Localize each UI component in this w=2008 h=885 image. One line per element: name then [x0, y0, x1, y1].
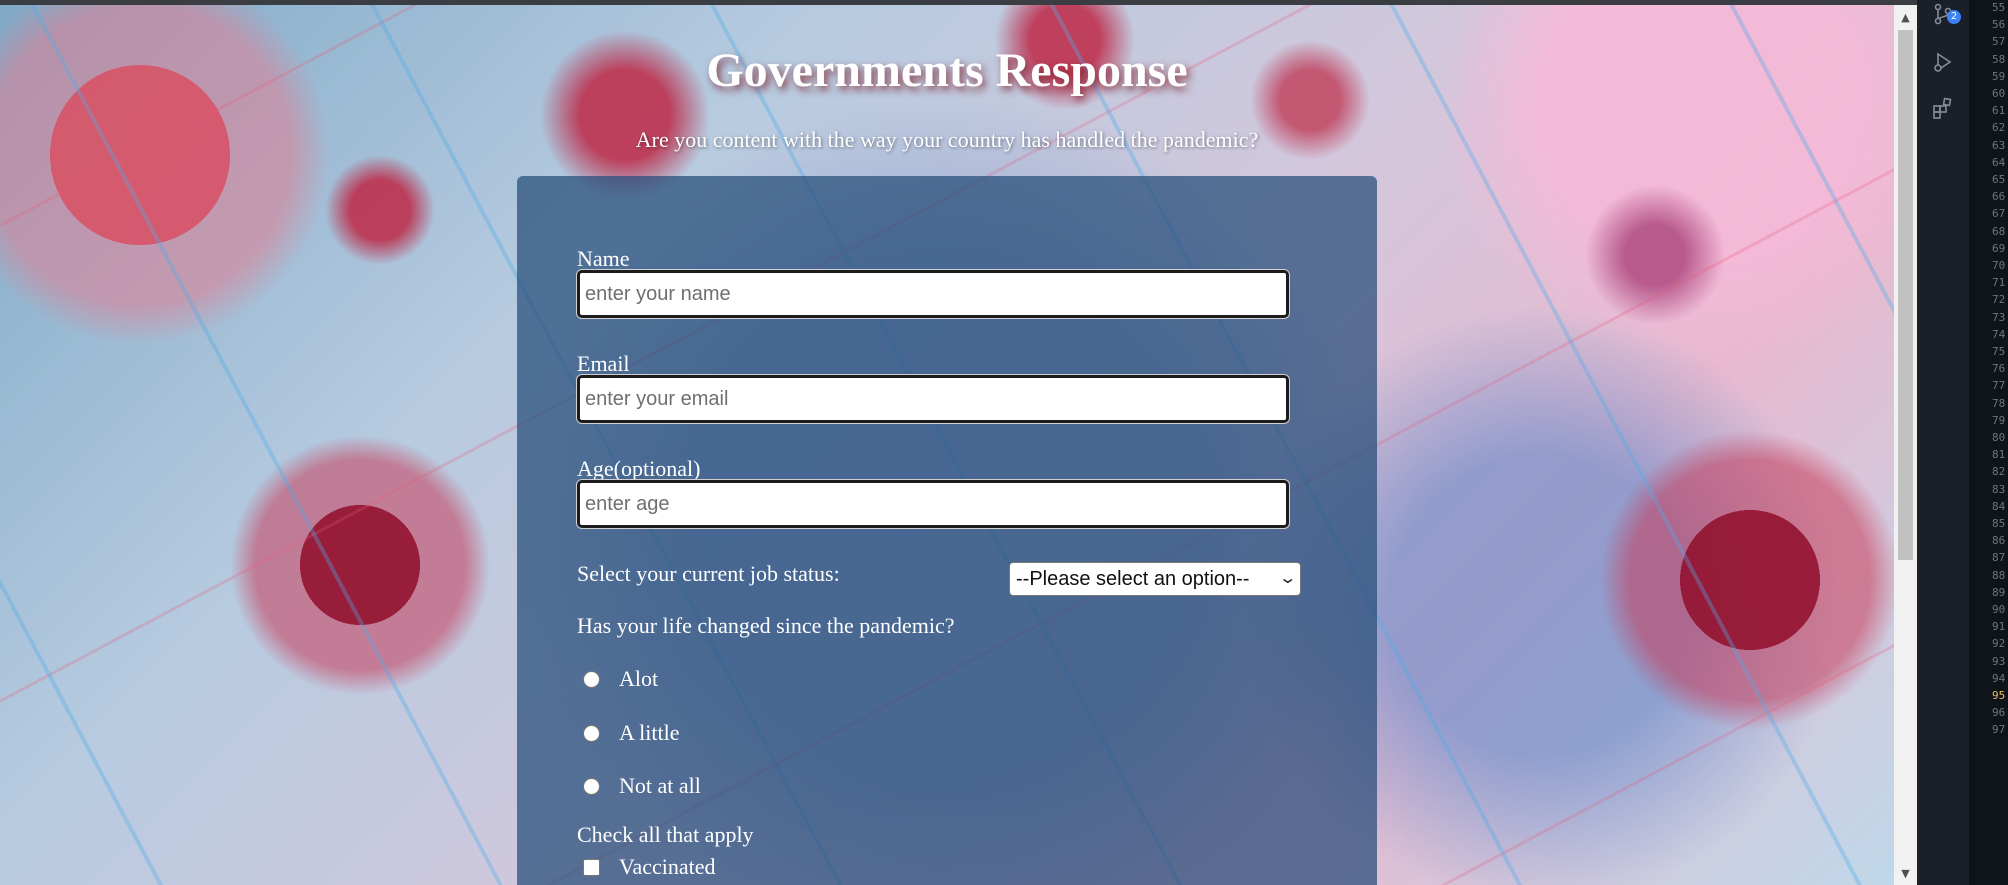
line-number: 63: [1992, 138, 2006, 152]
line-number: 92: [1992, 637, 2006, 651]
life-changed-question: Has your life changed since the pandemic…: [577, 613, 955, 638]
email-label: Email: [577, 351, 630, 376]
editor-line-number-gutter: 55 56 57 58 59 60 61 62 63 64 65 66 67 68 69 70 71 72 73 74…: [1969, 0, 2008, 885]
line-number: 81: [1992, 448, 2006, 462]
radio-option-not-at-all[interactable]: Not at all: [583, 773, 701, 799]
name-label: Name: [577, 246, 630, 271]
radio-label: A little: [619, 720, 680, 745]
line-number: 75: [1992, 345, 2006, 358]
checkbox[interactable]: [583, 858, 600, 876]
check-all-title: Check all that apply: [577, 822, 754, 847]
line-number: 57: [1992, 35, 2006, 49]
line-number: 78: [1992, 396, 2006, 410]
editor-activity-bar: 2: [1917, 0, 1969, 885]
age-input[interactable]: [577, 480, 1289, 528]
line-number: 97: [1992, 723, 2006, 737]
run-debug-icon[interactable]: [1929, 48, 1957, 76]
line-number: 88: [1992, 568, 2006, 582]
line-number: 65: [1992, 173, 2006, 186]
line-number: 77: [1992, 379, 2006, 393]
line-number: 58: [1992, 52, 2006, 66]
line-number: 59: [1992, 69, 2006, 83]
line-number: 87: [1992, 551, 2006, 565]
email-input[interactable]: [577, 375, 1289, 423]
radio-label: Not at all: [619, 773, 701, 798]
line-number: 91: [1992, 620, 2006, 634]
line-number: 60: [1992, 87, 2006, 100]
chevron-down-icon: ⌄: [1277, 570, 1297, 587]
extensions-icon[interactable]: [1929, 94, 1957, 122]
line-number: 76: [1992, 362, 2006, 376]
line-number: 83: [1992, 482, 2006, 496]
page-title: Governments Response: [706, 44, 1188, 97]
job-status-select[interactable]: --Please select an option-- ⌄: [1009, 562, 1301, 596]
checkbox-option-vaccinated[interactable]: Vaccinated: [583, 854, 716, 880]
age-label: Age(optional): [577, 456, 701, 481]
name-input[interactable]: [577, 270, 1289, 318]
checkbox-label: Vaccinated: [619, 854, 716, 879]
line-number: 69: [1992, 241, 2006, 255]
line-number: 79: [1992, 413, 2006, 427]
line-number: 72: [1992, 293, 2006, 307]
page-viewport: Governments Response Are you content wit…: [0, 5, 1894, 885]
line-number: 95: [1992, 689, 2006, 702]
line-number: 61: [1992, 104, 2006, 118]
line-number: 74: [1992, 327, 2006, 341]
radio-option-alot[interactable]: Alot: [583, 666, 658, 692]
line-number: 55: [1992, 1, 2006, 14]
line-number: 80: [1992, 431, 2006, 444]
line-number: 89: [1992, 585, 2006, 599]
source-control-badge: 2: [1947, 10, 1961, 24]
scroll-up-arrow-icon[interactable]: ▲: [1894, 7, 1917, 27]
line-number: 85: [1992, 517, 2006, 530]
line-number: 86: [1992, 534, 2006, 548]
job-status-select-value: --Please select an option--: [1016, 568, 1250, 590]
line-number: 82: [1992, 465, 2006, 479]
page-scrollbar[interactable]: ▲ ▼: [1894, 5, 1917, 885]
radio-button[interactable]: [583, 670, 600, 688]
line-number: 96: [1992, 706, 2006, 720]
scroll-down-arrow-icon[interactable]: ▼: [1894, 863, 1917, 883]
line-number: 73: [1992, 310, 2006, 324]
line-number: 94: [1992, 671, 2006, 685]
line-number: 84: [1992, 499, 2006, 513]
line-number: 93: [1992, 654, 2006, 668]
radio-label: Alot: [619, 666, 659, 691]
line-number: 66: [1992, 190, 2006, 204]
line-number: 71: [1992, 276, 2006, 290]
line-number: 62: [1992, 121, 2006, 135]
scrollbar-thumb[interactable]: [1898, 30, 1913, 560]
line-number: 67: [1992, 207, 2006, 221]
survey-form: Name Email Age(optional) Select your cur…: [517, 176, 1377, 885]
line-number: 70: [1992, 259, 2006, 272]
radio-button[interactable]: [583, 724, 600, 742]
line-number: 64: [1992, 155, 2006, 169]
line-number: 68: [1992, 224, 2006, 238]
radio-button[interactable]: [583, 777, 600, 795]
job-status-label: Select your current job status:: [577, 561, 840, 586]
page-subtitle: Are you content with the way your countr…: [635, 127, 1259, 152]
line-number: 90: [1992, 603, 2006, 616]
line-number: 56: [1992, 18, 2006, 32]
radio-option-a-little[interactable]: A little: [583, 720, 680, 746]
